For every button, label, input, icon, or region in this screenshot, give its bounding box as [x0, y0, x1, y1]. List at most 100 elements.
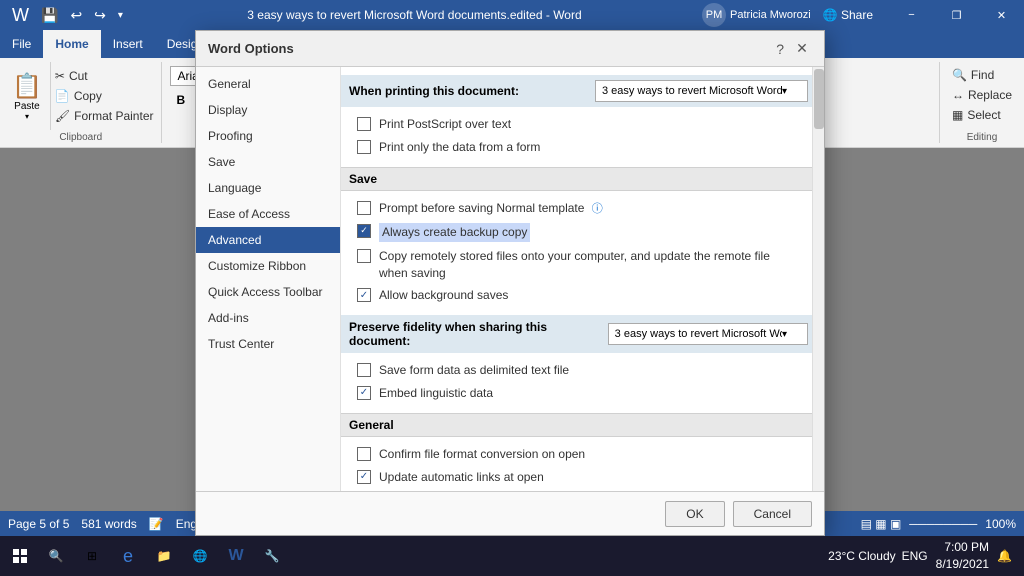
start-button[interactable] [4, 540, 36, 572]
ok-button[interactable]: OK [665, 501, 724, 527]
taskbar-app2[interactable]: 🔧 [256, 540, 288, 572]
zoom-slider[interactable]: ──────── [909, 517, 977, 531]
save-option-backup: Always create backup copy [357, 220, 800, 245]
dialog-footer: OK Cancel [196, 491, 824, 535]
print-section-label: When printing this document: [349, 84, 519, 98]
fidelity-select-arrow: ▾ [782, 329, 787, 340]
taskbar-clock: 7:00 PM 8/19/2021 [936, 539, 989, 573]
view-icons: ▤ ▦ ▣ [861, 517, 902, 531]
user-name: Patricia Mworozi [730, 9, 811, 21]
print-document-select[interactable]: 3 easy ways to revert Microsoft Word ...… [595, 80, 808, 102]
cancel-button[interactable]: Cancel [733, 501, 812, 527]
cut-button[interactable]: ✂ Cut [51, 67, 158, 85]
taskbar-word[interactable]: W [220, 540, 252, 572]
taskbar: 🔍 ⊞ e 📁 🌐 W 🔧 23°C Cloudy ENG 7:00 PM 8/… [0, 536, 1024, 576]
taskbar-task-view[interactable]: ⊞ [76, 540, 108, 572]
fidelity-document-select[interactable]: 3 easy ways to revert Microsoft Word ...… [608, 323, 808, 345]
editing-group: 🔍 Find ↔ Replace ▦ Select Editing [939, 62, 1024, 143]
share-button[interactable]: 🌐 Share [815, 8, 881, 22]
fidelity-form-data-checkbox[interactable] [357, 363, 371, 377]
copy-button[interactable]: 📄 Copy [51, 87, 158, 105]
save-remote-label: Copy remotely stored files onto your com… [379, 248, 800, 282]
scrollbar-thumb[interactable] [814, 69, 824, 129]
nav-language[interactable]: Language [196, 175, 340, 201]
nav-ease-of-access[interactable]: Ease of Access [196, 201, 340, 227]
taskbar-edge[interactable]: e [112, 540, 144, 572]
save-option-prompt: Prompt before saving Normal template ⓘ [357, 197, 800, 220]
general-update-links-checkbox[interactable] [357, 470, 371, 484]
replace-button[interactable]: ↔ Replace [948, 86, 1016, 104]
nav-customize-ribbon[interactable]: Customize Ribbon [196, 253, 340, 279]
word-count: 581 words [81, 517, 136, 531]
nav-general[interactable]: General [196, 71, 340, 97]
tab-insert[interactable]: Insert [101, 30, 155, 58]
print-postscript-label: Print PostScript over text [379, 116, 511, 133]
select-button[interactable]: ▦ Select [948, 106, 1016, 124]
find-button[interactable]: 🔍 Find [948, 66, 1016, 84]
customize-icon[interactable]: ▾ [114, 8, 127, 23]
save-prompt-checkbox[interactable] [357, 201, 371, 215]
taskbar-left: 🔍 ⊞ e 📁 🌐 W 🔧 [0, 540, 288, 572]
save-icon[interactable]: 💾 [37, 5, 62, 26]
nav-display[interactable]: Display [196, 97, 340, 123]
fidelity-section-header: Preserve fidelity when sharing this docu… [341, 315, 816, 353]
nav-proofing[interactable]: Proofing [196, 123, 340, 149]
page-count: Page 5 of 5 [8, 517, 69, 531]
fidelity-linguistic-checkbox[interactable] [357, 386, 371, 400]
proofing-icon[interactable]: 📝 [149, 517, 164, 531]
nav-trust-center[interactable]: Trust Center [196, 331, 340, 357]
taskbar-lang: ENG [902, 549, 928, 563]
restore-button[interactable]: ❐ [934, 0, 979, 30]
save-background-label: Allow background saves [379, 287, 508, 304]
taskbar-file-explorer[interactable]: 📁 [148, 540, 180, 572]
close-button[interactable]: ✕ [979, 0, 1024, 30]
taskbar-search[interactable]: 🔍 [40, 540, 72, 572]
nav-quick-access-toolbar[interactable]: Quick Access Toolbar [196, 279, 340, 305]
nav-save[interactable]: Save [196, 149, 340, 175]
undo-icon[interactable]: ↩ [66, 5, 86, 26]
general-option-update-links: Update automatic links at open [357, 466, 800, 489]
general-option-confirm-format: Confirm file format conversion on open [357, 443, 800, 466]
print-postscript-checkbox[interactable] [357, 117, 371, 131]
bold-button[interactable]: B [170, 90, 191, 110]
clipboard-label: Clipboard [59, 130, 102, 143]
save-section-header: Save [341, 167, 816, 191]
fidelity-option-linguistic: Embed linguistic data [357, 382, 800, 405]
title-bar-title: 3 easy ways to revert Microsoft Word doc… [127, 8, 702, 22]
taskbar-notification[interactable]: 🔔 [997, 549, 1012, 563]
save-remote-checkbox[interactable] [357, 249, 371, 263]
dialog-title-bar: Word Options ? ✕ [196, 31, 824, 67]
fidelity-linguistic-label: Embed linguistic data [379, 385, 493, 402]
general-confirm-format-checkbox[interactable] [357, 447, 371, 461]
general-section-header: General [341, 413, 816, 437]
tab-file[interactable]: File [0, 30, 43, 58]
clipboard-group: 📋 Paste ▾ ✂ Cut 📄 Copy 🖌 Format Painter … [0, 62, 161, 143]
save-backup-checkbox[interactable] [357, 224, 371, 238]
dialog-close-button[interactable]: ✕ [792, 39, 812, 59]
taskbar-time: 7:00 PM [936, 539, 989, 556]
print-option-postscript: Print PostScript over text [357, 113, 800, 136]
word-options-dialog: Word Options ? ✕ General Display Proofin… [195, 30, 825, 536]
help-button[interactable]: ? [776, 41, 784, 57]
taskbar-chrome[interactable]: 🌐 [184, 540, 216, 572]
nav-advanced[interactable]: Advanced [196, 227, 340, 253]
save-backup-label: Always create backup copy [379, 223, 530, 242]
paste-button[interactable]: 📋 Paste ▾ [4, 62, 51, 130]
taskbar-right: 23°C Cloudy ENG 7:00 PM 8/19/2021 🔔 [828, 539, 1024, 573]
save-info-icon[interactable]: ⓘ [592, 203, 603, 215]
print-dropdown-container: 3 easy ways to revert Microsoft Word ...… [595, 80, 808, 102]
save-background-checkbox[interactable] [357, 288, 371, 302]
nav-add-ins[interactable]: Add-ins [196, 305, 340, 331]
print-form-data-checkbox[interactable] [357, 140, 371, 154]
format-painter-button[interactable]: 🖌 Format Painter [51, 107, 158, 125]
redo-icon[interactable]: ↪ [90, 5, 110, 26]
title-bar: W 💾 ↩ ↪ ▾ 3 easy ways to revert Microsof… [0, 0, 1024, 30]
tab-home[interactable]: Home [43, 30, 100, 58]
editing-label: Editing [967, 130, 998, 143]
save-prompt-label: Prompt before saving Normal template ⓘ [379, 200, 603, 217]
taskbar-weather: 23°C Cloudy [828, 549, 896, 563]
content-scrollbar[interactable] [812, 67, 824, 491]
minimize-button[interactable]: − [889, 0, 934, 30]
fidelity-label: Preserve fidelity when sharing this docu… [349, 320, 608, 348]
user-avatar[interactable]: PM [702, 3, 726, 27]
